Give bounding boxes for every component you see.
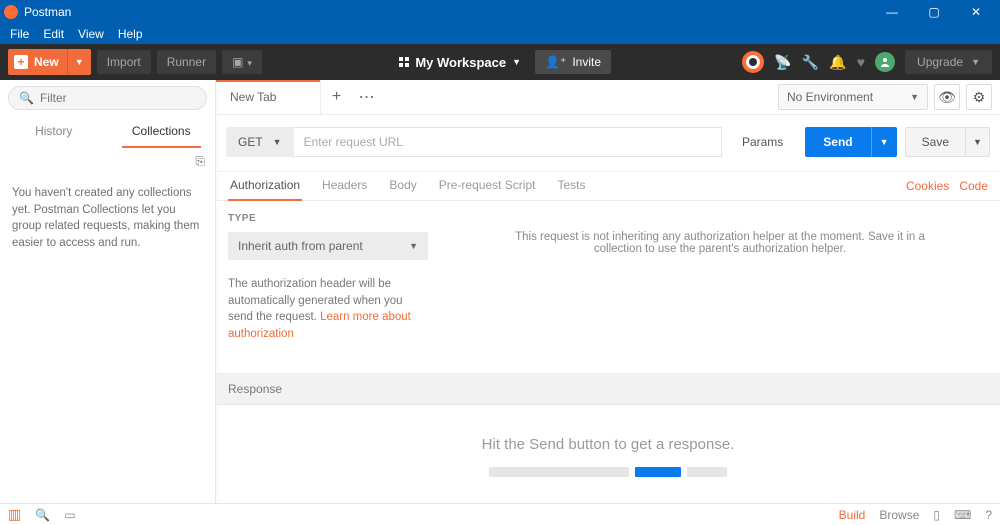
find-icon[interactable]: 🔍 bbox=[35, 508, 50, 522]
upgrade-button[interactable]: Upgrade ▼ bbox=[905, 50, 992, 74]
request-tab[interactable]: New Tab bbox=[216, 80, 321, 114]
response-header: Response bbox=[216, 374, 1000, 405]
menu-view[interactable]: View bbox=[72, 26, 110, 42]
method-selector[interactable]: GET ▼ bbox=[226, 127, 294, 157]
sidebar: 🔍 History Collections ⎘ You haven't crea… bbox=[0, 80, 216, 503]
runner-button[interactable]: Runner bbox=[157, 50, 216, 74]
workspace-label: My Workspace bbox=[415, 55, 506, 70]
capture-icon[interactable] bbox=[742, 51, 764, 73]
heart-icon[interactable]: ♥ bbox=[857, 54, 865, 70]
save-button[interactable]: Save bbox=[905, 127, 966, 157]
sidebar-toggle-icon[interactable]: ▥ bbox=[8, 506, 21, 523]
menu-edit[interactable]: Edit bbox=[37, 26, 70, 42]
send-button-caret[interactable]: ▼ bbox=[871, 127, 897, 157]
menu-help[interactable]: Help bbox=[112, 26, 149, 42]
minimize-button[interactable]: — bbox=[872, 0, 912, 24]
window-titlebar: Postman — ▢ ✕ bbox=[0, 0, 1000, 24]
statusbar: ▥ 🔍 ▭ Build Browse ▯ ⌨ ? bbox=[0, 503, 1000, 525]
send-label: Send bbox=[805, 135, 870, 149]
main-toolbar: + New ▼ Import Runner ▣▾ My Workspace ▼ … bbox=[0, 44, 1000, 80]
auth-inherit-message: This request is not inheriting any autho… bbox=[452, 213, 988, 343]
tab-authorization[interactable]: Authorization bbox=[228, 172, 302, 200]
help-icon[interactable]: ? bbox=[985, 508, 992, 522]
chevron-down-icon: ▼ bbox=[910, 92, 919, 102]
code-link[interactable]: Code bbox=[959, 179, 988, 193]
workspace-selector[interactable]: My Workspace ▼ bbox=[393, 51, 527, 74]
new-button[interactable]: + New ▼ bbox=[8, 49, 91, 75]
close-button[interactable]: ✕ bbox=[956, 0, 996, 24]
params-button[interactable]: Params bbox=[728, 127, 797, 157]
menu-file[interactable]: File bbox=[4, 26, 35, 42]
satellite-icon[interactable]: 📡 bbox=[774, 54, 791, 71]
add-tab-button[interactable]: + bbox=[321, 80, 351, 114]
browse-view-link[interactable]: Browse bbox=[879, 508, 919, 522]
quick-look-button[interactable]: 👁 bbox=[934, 84, 960, 110]
keyboard-icon[interactable]: ⌨ bbox=[954, 508, 971, 522]
chevron-down-icon: ▼ bbox=[971, 57, 980, 67]
new-button-caret[interactable]: ▼ bbox=[67, 49, 91, 75]
tab-options-button[interactable]: ⋯ bbox=[351, 80, 381, 114]
main-panel: New Tab + ⋯ No Environment ▼ 👁 ⚙ GET ▼ E… bbox=[216, 80, 1000, 503]
invite-button[interactable]: 👤⁺ Invite bbox=[535, 50, 611, 74]
build-view-link[interactable]: Build bbox=[839, 508, 866, 522]
settings-button[interactable]: ⚙ bbox=[966, 84, 992, 110]
import-button[interactable]: Import bbox=[97, 50, 151, 74]
url-bar: GET ▼ Enter request URL Params Send ▼ Sa… bbox=[216, 115, 1000, 172]
response-body: Hit the Send button to get a response. bbox=[216, 405, 1000, 503]
tab-headers[interactable]: Headers bbox=[320, 172, 369, 200]
chevron-down-icon: ▼ bbox=[273, 137, 282, 147]
tab-body[interactable]: Body bbox=[387, 172, 418, 200]
request-section-tabs: Authorization Headers Body Pre-request S… bbox=[216, 172, 1000, 201]
loading-indicator bbox=[489, 467, 727, 477]
chevron-down-icon: ▼ bbox=[512, 57, 521, 67]
bell-icon[interactable]: 🔔 bbox=[829, 54, 846, 71]
tab-tests[interactable]: Tests bbox=[555, 172, 587, 200]
tab-collections[interactable]: Collections bbox=[108, 116, 216, 148]
two-pane-icon[interactable]: ▯ bbox=[933, 508, 940, 522]
auth-type-selector[interactable]: Inherit auth from parent ▼ bbox=[228, 232, 428, 260]
authorization-panel: TYPE Inherit auth from parent ▼ The auth… bbox=[216, 201, 1000, 374]
auth-type-value: Inherit auth from parent bbox=[238, 239, 363, 253]
new-button-label: New bbox=[28, 55, 67, 69]
avatar-icon[interactable] bbox=[875, 52, 895, 72]
tab-prerequest[interactable]: Pre-request Script bbox=[437, 172, 538, 200]
save-button-caret[interactable]: ▼ bbox=[966, 127, 990, 157]
chevron-down-icon: ▼ bbox=[409, 241, 418, 251]
menubar: File Edit View Help bbox=[0, 24, 1000, 44]
filter-input-wrap[interactable]: 🔍 bbox=[8, 86, 207, 110]
response-empty-message: Hit the Send button to get a response. bbox=[482, 436, 735, 453]
invite-label: Invite bbox=[572, 55, 601, 69]
auth-type-label: TYPE bbox=[228, 213, 428, 224]
upgrade-label: Upgrade bbox=[917, 55, 963, 69]
invite-icon: 👤⁺ bbox=[545, 55, 566, 69]
wrench-icon[interactable]: 🔧 bbox=[802, 54, 819, 71]
grid-icon bbox=[399, 57, 409, 67]
url-input[interactable]: Enter request URL bbox=[294, 127, 722, 157]
collections-empty-message: You haven't created any collections yet.… bbox=[0, 175, 215, 262]
new-window-button[interactable]: ▣▾ bbox=[222, 50, 262, 74]
send-button[interactable]: Send ▼ bbox=[805, 127, 896, 157]
window-title: Postman bbox=[24, 5, 71, 19]
cookies-link[interactable]: Cookies bbox=[906, 179, 949, 193]
tab-history[interactable]: History bbox=[0, 116, 108, 148]
request-tab-strip: New Tab + ⋯ bbox=[216, 80, 381, 114]
filter-input[interactable] bbox=[40, 91, 196, 105]
postman-icon bbox=[4, 5, 18, 19]
maximize-button[interactable]: ▢ bbox=[914, 0, 954, 24]
console-icon[interactable]: ▭ bbox=[64, 508, 75, 522]
create-collection-icon[interactable]: ⎘ bbox=[195, 154, 205, 169]
auth-description: The authorization header will be automat… bbox=[228, 276, 428, 343]
environment-selector[interactable]: No Environment ▼ bbox=[778, 84, 928, 110]
plus-icon: + bbox=[14, 55, 28, 69]
search-icon: 🔍 bbox=[19, 91, 34, 105]
method-label: GET bbox=[238, 135, 263, 149]
environment-label: No Environment bbox=[787, 90, 873, 104]
